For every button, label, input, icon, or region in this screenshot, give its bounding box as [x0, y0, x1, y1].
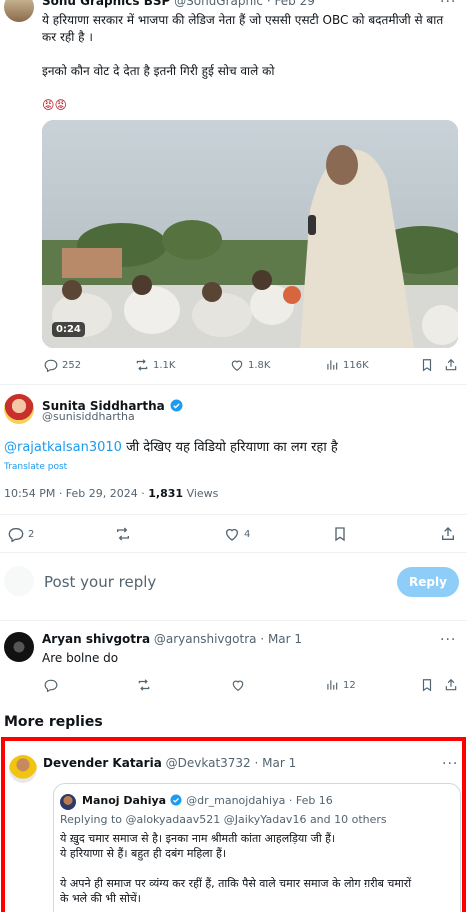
author-handle[interactable]: @SonuGraphic	[174, 0, 263, 8]
divider	[0, 552, 467, 553]
video-player[interactable]: 0:24	[42, 120, 458, 348]
reply-count: 2	[28, 528, 35, 540]
author-handle[interactable]: @Devkat3732	[166, 756, 251, 770]
avatar[interactable]	[9, 755, 37, 783]
author-handle[interactable]: @sunisiddhartha	[42, 410, 135, 423]
like-button[interactable]: 1.8K	[230, 358, 270, 372]
heart-icon	[230, 358, 244, 372]
author-name[interactable]: Sonu Graphics BSP	[42, 0, 170, 8]
tweet-header: Sonu Graphics BSP @SonuGraphic · Feb 29	[42, 0, 315, 8]
tweet-text: Are bolne do	[42, 651, 119, 665]
bookmark-icon[interactable]	[420, 358, 434, 372]
views-label: Views	[186, 487, 219, 500]
emoji: 😡😡	[42, 98, 68, 112]
mention-link[interactable]: @rajatkalsan3010	[4, 440, 122, 455]
like-count: 4	[244, 528, 251, 540]
author-handle[interactable]: @aryanshivgotra	[154, 632, 257, 646]
quote-date: · Feb 16	[288, 794, 333, 807]
share-icon[interactable]	[444, 678, 458, 692]
bookmark-icon[interactable]	[420, 678, 434, 692]
views-count: 12	[343, 679, 356, 691]
repost-icon	[135, 358, 149, 372]
reply-icon	[8, 526, 24, 542]
bookmark-icon[interactable]	[332, 526, 348, 542]
video-duration: 0:24	[52, 322, 85, 337]
repost-count: 1.1K	[153, 359, 176, 371]
divider	[0, 384, 467, 385]
tweet-date[interactable]: · Mar 1	[255, 756, 297, 770]
analytics-icon	[325, 678, 339, 692]
more-options-icon[interactable]: ···	[440, 632, 456, 648]
repost-icon[interactable]	[115, 526, 131, 542]
reply-button[interactable]: 252	[44, 358, 81, 372]
quoted-tweet[interactable]: Manoj Dahiya @dr_manojdahiya · Feb 16 Re…	[53, 783, 461, 912]
highlighted-reply[interactable]: Devender Kataria @Devkat3732 · Mar 1 ···…	[1, 737, 466, 912]
author-name[interactable]: Aryan shivgotra	[42, 632, 150, 646]
tweet-meta: 10:54 PM · Feb 29, 2024 · 1,831 Views	[4, 487, 218, 500]
quote-author-name: Manoj Dahiya	[82, 794, 167, 807]
more-replies-heading: More replies	[4, 714, 103, 730]
share-icon[interactable]	[444, 358, 458, 372]
more-options-icon[interactable]: ···	[440, 0, 456, 10]
heart-icon	[224, 526, 240, 542]
more-options-icon[interactable]: ···	[442, 756, 458, 772]
avatar[interactable]	[4, 0, 34, 22]
reply-input[interactable]: Post your reply	[44, 573, 156, 591]
heart-icon[interactable]	[231, 678, 245, 692]
video-thumbnail	[42, 120, 458, 348]
avatar[interactable]	[4, 394, 34, 424]
verified-badge-icon	[170, 794, 183, 807]
like-button[interactable]: 4	[224, 526, 250, 542]
quote-text: ये ख़ुद चमार समाज से है। इनका नाम श्रीमत…	[60, 832, 412, 905]
translate-link[interactable]: Translate post	[4, 462, 67, 472]
quote-author-handle: @dr_manojdahiya	[186, 794, 286, 807]
avatar	[60, 794, 76, 810]
like-count: 1.8K	[248, 359, 271, 371]
verified-badge-icon	[170, 397, 183, 412]
views-button[interactable]: 12	[325, 678, 356, 692]
reply-icon	[44, 358, 58, 372]
avatar	[4, 566, 34, 596]
divider	[0, 514, 467, 515]
author-name[interactable]: Devender Kataria	[43, 756, 162, 770]
tweet-header: Aryan shivgotra @aryanshivgotra · Mar 1	[42, 632, 302, 646]
divider	[0, 620, 467, 621]
tweet-header: Devender Kataria @Devkat3732 · Mar 1	[43, 756, 296, 770]
views-count: 116K	[343, 359, 369, 371]
tweet-date[interactable]: · Mar 1	[260, 632, 302, 646]
views-button[interactable]: 116K	[325, 358, 369, 372]
tweet-timestamp[interactable]: 10:54 PM · Feb 29, 2024 ·	[4, 487, 148, 500]
avatar[interactable]	[4, 632, 34, 662]
reply-icon[interactable]	[44, 678, 58, 692]
quote-header: Manoj Dahiya @dr_manojdahiya · Feb 16	[82, 794, 333, 807]
repost-button[interactable]: 1.1K	[135, 358, 175, 372]
tweet-text: @rajatkalsan3010 जी देखिए यह विडियो हरिय…	[4, 440, 338, 455]
views-count: 1,831	[148, 487, 184, 500]
tweet-text: ये हरियाणा सरकार में भाजपा की लेडिज नेता…	[42, 12, 462, 114]
replying-to: Replying to @alokyadaav521 @JaikyYadav16…	[60, 813, 387, 826]
analytics-icon	[325, 358, 339, 372]
repost-icon[interactable]	[137, 678, 151, 692]
share-icon[interactable]	[440, 526, 456, 542]
tweet-date[interactable]: Feb 29	[275, 0, 315, 8]
reply-count: 252	[62, 359, 82, 371]
reply-button[interactable]: 2	[8, 526, 34, 542]
reply-submit-button[interactable]: Reply	[397, 567, 459, 597]
